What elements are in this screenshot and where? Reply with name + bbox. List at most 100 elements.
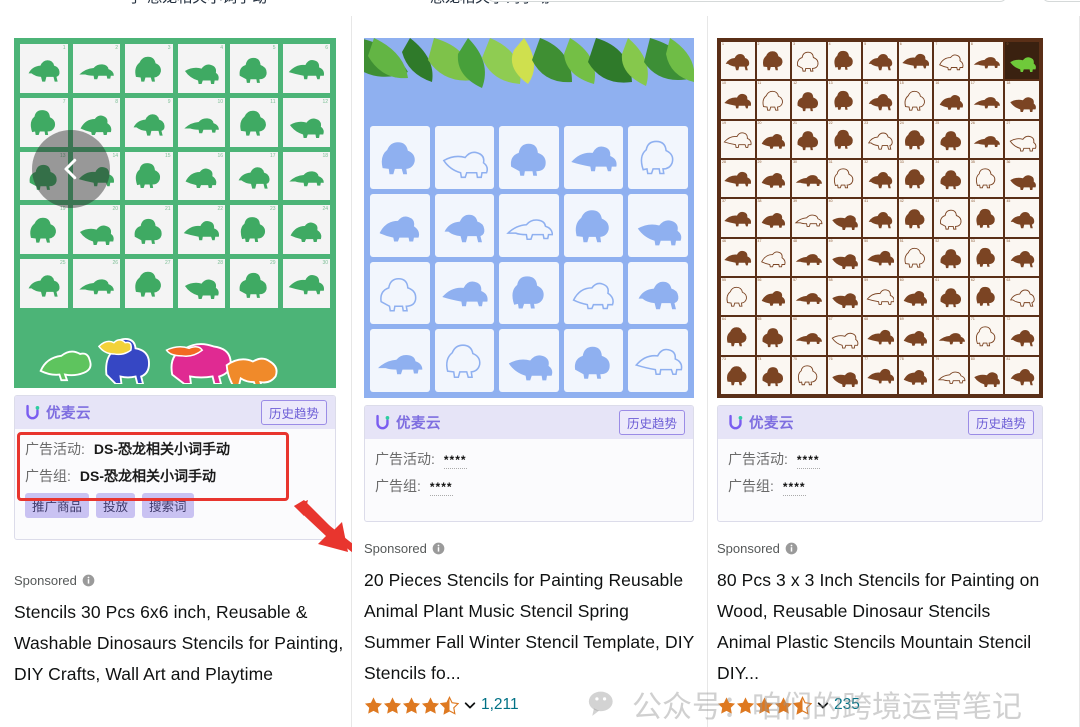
stencil-number: 36 (1006, 159, 1011, 164)
stencil-number: 8 (970, 42, 973, 46)
stencil-cell: 78 (898, 356, 933, 394)
rating-count-3[interactable]: 235 (834, 696, 860, 714)
stencil-cell: 74 (756, 356, 791, 394)
stencil-number: 72 (1006, 317, 1011, 322)
youmaiyun-panel-1[interactable]: 优麦云 历史趋势 广告活动: DS-恐龙相关小词手动 广告组: DS-恐龙相关小… (14, 395, 336, 540)
stencil-number: 10 (217, 98, 223, 105)
header-input-outline[interactable] (487, 0, 1007, 2)
star-half-icon (440, 695, 459, 715)
stencil-number: 48 (793, 238, 798, 243)
stencil-grid (370, 126, 688, 392)
stencil-number: 32 (864, 159, 869, 164)
stencil-cell: 6 (898, 42, 933, 80)
stencil-cell: 2 (72, 44, 120, 93)
stencil-number: 19 (722, 120, 726, 125)
stencil-cell: 2 (756, 42, 791, 80)
chevron-down-icon[interactable] (463, 698, 477, 712)
product-meta-3: Sponsored 80 Pcs 3 x 3 Inch Stencils for… (717, 541, 1047, 715)
stencil-number: 18 (322, 152, 328, 159)
stencil-cell: 32 (863, 159, 897, 198)
stencil-cell: 23 (863, 120, 897, 158)
product-title-3[interactable]: 80 Pcs 3 x 3 Inch Stencils for Painting … (717, 565, 1047, 690)
youmaiyun-panel-3[interactable]: 优麦云 历史趋势 广告活动: **** 广告组: **** (717, 405, 1043, 522)
stencil-cell: 5 (230, 44, 278, 93)
stencil-number: 58 (828, 277, 833, 282)
stencil-cell (628, 126, 688, 189)
rating-count-2[interactable]: 1,211 (481, 696, 519, 714)
stencil-number: 79 (935, 356, 940, 361)
stencil-number: 3 (793, 42, 796, 46)
stencil-number: 30 (793, 159, 798, 164)
product-title-1[interactable]: Stencils 30 Pcs 6x6 inch, Reusable & Was… (14, 597, 344, 690)
product-image-1[interactable]: 1 2 3 4 5 6 7 8 9 10 11 12 13 14 15 16 17 18 19 20 21 22 23 24 2… (14, 38, 336, 388)
info-icon[interactable] (82, 574, 95, 587)
stencil-cell: 58 (827, 277, 862, 316)
stencil-cell: 1 (20, 44, 68, 93)
adgroup-label: 广告组: (728, 478, 774, 494)
panel-header: 优麦云 历史趋势 (15, 396, 335, 429)
tag-placement[interactable]: 投放 (96, 493, 136, 518)
stencil-cell: 15 (125, 151, 173, 201)
stencil-cell: 52 (934, 238, 968, 276)
stencil-number: 59 (864, 277, 869, 282)
adgroup-label: 广告组: (25, 468, 71, 484)
tag-search-term[interactable]: 搜索词 (142, 493, 194, 518)
stencil-cell (563, 261, 624, 325)
tropical-leaves-decoration (364, 38, 694, 116)
tag-promoted-product[interactable]: 推广商品 (25, 493, 90, 518)
chevron-down-icon[interactable] (816, 698, 830, 712)
stencil-cell: 37 (721, 199, 755, 237)
stencil-cell: 51 (898, 238, 933, 276)
stencil-cell: 31 (827, 159, 862, 198)
stencil-number: 49 (828, 238, 833, 243)
stencil-cell: 59 (863, 277, 897, 316)
info-icon[interactable] (785, 542, 798, 555)
history-trend-button[interactable]: 历史趋势 (618, 410, 685, 435)
header-button-outline[interactable] (1042, 0, 1080, 2)
product-card-2[interactable]: 优麦云 历史趋势 广告活动: **** 广告组: **** Sponsored … (352, 16, 708, 727)
history-trend-button[interactable]: 历史趋势 (967, 410, 1034, 435)
carousel-prev-button[interactable] (32, 130, 110, 208)
stencil-cell: 55 (721, 277, 755, 316)
campaign-value: **** (443, 453, 467, 469)
stencil-cell: 79 (934, 356, 968, 394)
stencil-number: 15 (164, 152, 171, 159)
star-rating-2[interactable] (364, 695, 459, 715)
stencil-cell: 10 (177, 97, 225, 147)
star-rating-3[interactable] (717, 695, 812, 715)
stencil-number: 23 (269, 206, 276, 213)
stencil-cell: 33 (898, 159, 933, 198)
stencil-cell: 54 (1005, 238, 1039, 276)
stencil-cell: 20 (72, 205, 120, 255)
brand: 优麦云 (24, 402, 91, 423)
product-title-2[interactable]: 20 Pieces Stencils for Painting Reusable… (364, 565, 699, 690)
rating-row-2[interactable]: 1,211 (364, 695, 699, 715)
product-image-3[interactable]: 1 2 3 4 5 6 7 8 9 10 11 12 13 14 15 16 17 18 19 20 21 22 23 24 2… (717, 38, 1043, 398)
info-icon[interactable] (432, 542, 445, 555)
product-card-1[interactable]: 1 2 3 4 5 6 7 8 9 10 11 12 13 14 15 16 17 18 19 20 21 22 23 24 2… (0, 16, 364, 727)
campaign-row: 广告活动: **** (728, 449, 1032, 469)
youmaiyun-panel-2[interactable]: 优麦云 历史趋势 广告活动: **** 广告组: **** (364, 405, 694, 522)
stencil-cell: 19 (721, 120, 755, 158)
stencil-cell (628, 261, 688, 325)
stencil-cell: 48 (792, 238, 826, 276)
stencil-cell: 10 (721, 81, 755, 119)
stencil-cell: 9 (125, 97, 173, 147)
stencil-cell: 13 (827, 81, 862, 119)
stencil-cell: 45 (1005, 199, 1039, 237)
blue-stencil-sheet (364, 38, 694, 398)
stencil-number: 20 (757, 120, 762, 125)
stencil-cell (499, 261, 559, 325)
stencil-cell: 77 (863, 356, 897, 394)
stencil-grid: 1 2 3 4 5 6 7 8 9 10 11 12 13 14 15 16 17 18 19 20 21 22 23 24 2… (721, 42, 1039, 394)
rating-row-3[interactable]: 235 (717, 695, 1047, 715)
stencil-cell: 11 (230, 97, 278, 147)
product-image-2[interactable] (364, 38, 694, 398)
history-trend-button[interactable]: 历史趋势 (260, 400, 327, 425)
campaign-label: 广告活动: (375, 451, 435, 467)
stencil-cell: 27 (1005, 120, 1039, 158)
campaign-value: **** (796, 453, 820, 469)
stencil-cell: 35 (969, 159, 1004, 198)
stencil-cell: 26 (72, 259, 120, 308)
product-card-3[interactable]: 1 2 3 4 5 6 7 8 9 10 11 12 13 14 15 16 17 18 19 20 21 22 23 24 2… (708, 16, 1080, 727)
